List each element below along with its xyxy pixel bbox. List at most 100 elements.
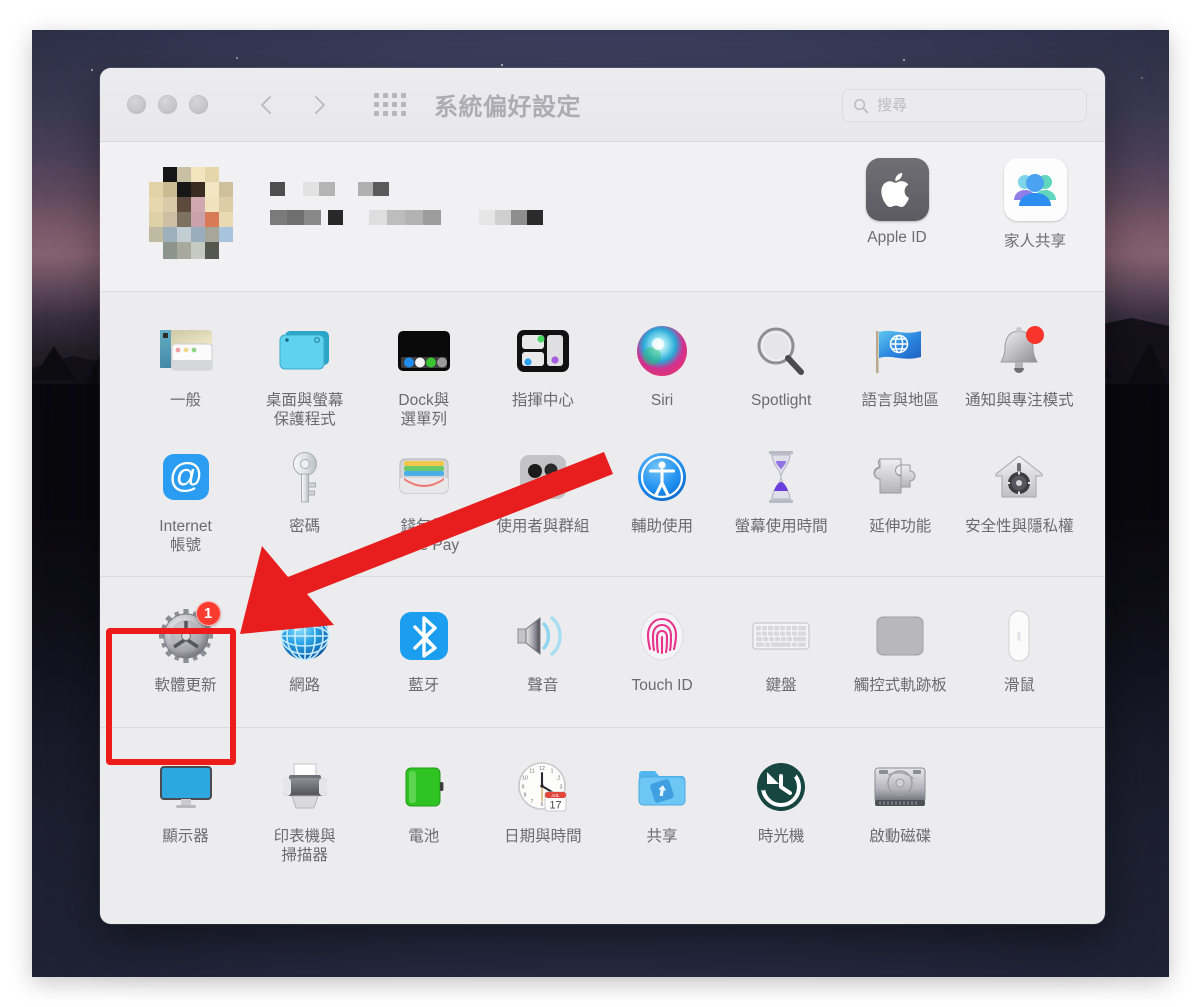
- pane-siri[interactable]: Siri: [603, 310, 722, 436]
- svg-text:9: 9: [522, 784, 525, 790]
- back-chevron-icon[interactable]: [256, 94, 278, 116]
- pane-label: 藍牙: [408, 676, 440, 694]
- internet-accounts-icon: @: [128, 446, 243, 508]
- dock-menubar-icon: [366, 320, 481, 382]
- calendar-day-label: 17: [549, 799, 561, 811]
- pane-printers-scanners[interactable]: 印表機與 掃描器: [245, 746, 364, 872]
- general-icon: [128, 320, 243, 382]
- pane-label: 鍵盤: [765, 676, 797, 694]
- pane-desktop-screensaver[interactable]: 桌面與螢幕 保護程式: [245, 310, 364, 436]
- touch-id-icon: [605, 605, 720, 667]
- pane-control-center[interactable]: 指揮中心: [483, 310, 602, 436]
- pane-label: 印表機與 掃描器: [273, 827, 336, 864]
- pane-label: 時光機: [757, 827, 805, 845]
- pane-startup-disk[interactable]: 啟動磁碟: [841, 746, 960, 872]
- pane-label: Internet 帳號: [159, 517, 212, 555]
- keyboard-icon: [724, 605, 839, 667]
- show-all-grid-icon[interactable]: [374, 93, 406, 116]
- pane-label: 指揮中心: [511, 392, 574, 409]
- pane-family-sharing[interactable]: 家人共享: [987, 158, 1083, 251]
- mouse-icon: [962, 605, 1077, 667]
- preferences-section-personal: 一般 桌面與螢幕 保護程式 Dock與 選單列 指揮中心 Siri Spotli…: [100, 292, 1105, 576]
- passwords-icon: [247, 446, 362, 508]
- pane-date-time[interactable]: 1212 345 678 91011: [483, 746, 602, 872]
- zoom-button[interactable]: [189, 95, 208, 114]
- avatar[interactable]: [145, 167, 233, 259]
- pane-accessibility[interactable]: 輔助使用: [603, 436, 722, 562]
- pane-network[interactable]: 網路: [245, 595, 364, 713]
- pane-general[interactable]: 一般: [126, 310, 245, 436]
- pane-extensions[interactable]: 延伸功能: [841, 436, 960, 562]
- pane-label: 滑鼠: [1003, 676, 1035, 694]
- pane-label: 通知與專注模式: [965, 392, 1074, 409]
- apple-account-section: Apple ID 家人共享: [100, 142, 1105, 292]
- pane-label: 密碼: [289, 517, 321, 535]
- pane-label: Dock與 選單列: [398, 392, 450, 429]
- pane-software-update[interactable]: 1 軟體更新: [126, 595, 245, 713]
- printers-scanners-icon: [247, 756, 362, 818]
- pane-label: 啟動磁碟: [869, 827, 932, 845]
- pane-dock-menubar[interactable]: Dock與 選單列: [364, 310, 483, 436]
- pane-label: 觸控式軌跡板: [853, 676, 947, 694]
- pane-security-privacy[interactable]: 安全性與隱私權: [960, 436, 1079, 562]
- screenshot-root: 系統偏好設定 搜尋 Apple ID 家人共享 一般 桌面與螢幕 保護程式 Do…: [0, 0, 1200, 1007]
- pane-wallet-applepay[interactable]: 錢包與 Apple Pay: [364, 436, 483, 562]
- pane-screen-time[interactable]: 螢幕使用時間: [722, 436, 841, 562]
- forward-chevron-icon[interactable]: [308, 94, 330, 116]
- pane-language-region[interactable]: 語言與地區: [841, 310, 960, 436]
- account-tiles: Apple ID 家人共享: [849, 158, 1083, 251]
- pane-sound[interactable]: 聲音: [483, 595, 602, 713]
- pane-label: 桌面與螢幕 保護程式: [265, 392, 344, 429]
- displays-icon: [128, 756, 243, 818]
- pane-label: Spotlight: [751, 392, 812, 409]
- pane-label: Apple ID: [867, 229, 927, 246]
- pane-battery[interactable]: 電池: [364, 746, 483, 872]
- users-groups-icon: [485, 446, 600, 508]
- pane-notifications-focus[interactable]: 通知與專注模式: [960, 310, 1079, 436]
- control-center-icon: [485, 320, 600, 382]
- pane-label: 共享: [646, 827, 678, 845]
- search-icon: [853, 98, 869, 114]
- system-preferences-window: 系統偏好設定 搜尋 Apple ID 家人共享 一般 桌面與螢幕 保護程式 Do…: [100, 68, 1105, 924]
- navigation-buttons[interactable]: [256, 94, 330, 116]
- svg-text:7: 7: [531, 799, 534, 805]
- svg-text:1: 1: [551, 768, 554, 774]
- pane-label: 顯示器: [162, 827, 209, 845]
- search-field[interactable]: [842, 89, 1087, 122]
- pane-label: 使用者與群組: [496, 517, 590, 535]
- pane-time-machine[interactable]: 時光機: [722, 746, 841, 872]
- pane-spotlight[interactable]: Spotlight: [722, 310, 841, 436]
- pane-label: 網路: [289, 676, 321, 694]
- pane-label: 輔助使用: [631, 517, 694, 535]
- preferences-section-system: 顯示器 印表機與 掃描器 電池 12 1 2 3 6 7 8 9 10 11 J…: [100, 726, 1105, 886]
- pane-trackpad[interactable]: 觸控式軌跡板: [841, 595, 960, 713]
- pane-mouse[interactable]: 滑鼠: [960, 595, 1079, 713]
- security-privacy-icon: [962, 446, 1077, 508]
- pane-label: 安全性與隱私權: [965, 517, 1074, 535]
- family-sharing-icon: [1003, 158, 1067, 221]
- desktop-screensaver-icon: [247, 320, 362, 382]
- bluetooth-icon: [366, 605, 481, 667]
- network-icon: [247, 605, 362, 667]
- pane-label: 軟體更新: [154, 676, 217, 694]
- pane-apple-id[interactable]: Apple ID: [849, 158, 945, 251]
- accessibility-icon: [605, 446, 720, 508]
- siri-icon: [605, 320, 720, 382]
- pane-label: 延伸功能: [869, 517, 932, 535]
- close-button[interactable]: [127, 95, 146, 114]
- pane-displays[interactable]: 顯示器: [126, 746, 245, 872]
- svg-text:2: 2: [558, 775, 561, 781]
- window-titlebar: 系統偏好設定: [100, 68, 1105, 142]
- pane-internet-accounts[interactable]: @ Internet 帳號: [126, 436, 245, 562]
- pane-touch-id[interactable]: Touch ID: [603, 595, 722, 713]
- spotlight-icon: [724, 320, 839, 382]
- minimize-button[interactable]: [158, 95, 177, 114]
- pane-bluetooth[interactable]: 藍牙: [364, 595, 483, 713]
- pane-users-groups[interactable]: 使用者與群組: [483, 436, 602, 562]
- traffic-lights[interactable]: [127, 95, 208, 114]
- pane-passwords[interactable]: 密碼: [245, 436, 364, 562]
- pane-sharing[interactable]: 共享: [603, 746, 722, 872]
- pane-label: 電池: [408, 827, 440, 845]
- pane-keyboard[interactable]: 鍵盤: [722, 595, 841, 713]
- search-input[interactable]: [877, 97, 1076, 114]
